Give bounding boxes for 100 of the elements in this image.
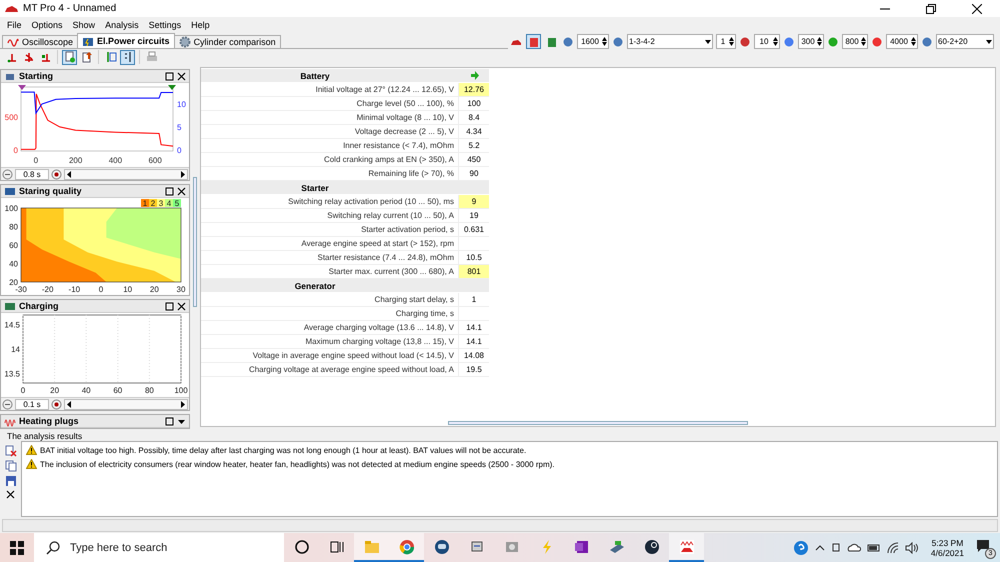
windows-icon[interactable]: [10, 540, 24, 554]
scrollbar[interactable]: [64, 398, 188, 410]
parameter-label: Voltage decrease (2 ... 5), V: [201, 125, 459, 139]
zoom-in-icon[interactable]: [51, 168, 62, 180]
window-title: MT Pro 4 - Unnamed: [23, 3, 118, 14]
parameter-label: Initial voltage at 27° (12.24 ... 12.65), V: [201, 83, 459, 97]
axis-label: 0: [98, 285, 104, 294]
spin-field[interactable]: 10: [754, 34, 780, 49]
maximize-icon[interactable]: [165, 416, 174, 426]
toolbar-button[interactable]: [62, 50, 77, 64]
legend-item: 4: [165, 199, 173, 208]
browser-icon: [398, 538, 414, 554]
spin-field[interactable]: 800: [842, 34, 868, 49]
spinner-icon[interactable]: [861, 37, 866, 46]
document-check-icon: [64, 51, 76, 63]
spin-field[interactable]: 4000: [886, 34, 918, 49]
axis-label: 100: [4, 204, 18, 213]
dropdown[interactable]: 60-2+20: [936, 34, 994, 49]
copy-icon[interactable]: [4, 460, 16, 472]
panel-title: Starting: [19, 71, 54, 81]
maximize-icon[interactable]: [165, 302, 174, 310]
close-icon[interactable]: [972, 4, 982, 14]
toolbar-button[interactable]: [120, 50, 135, 64]
speaker-icon[interactable]: [904, 542, 919, 554]
canister-icon: [528, 36, 540, 48]
marker-icon: [18, 85, 26, 90]
right-arrow-icon[interactable]: [179, 170, 187, 178]
parameter-label: Switching relay current (10 ... 50), A: [201, 209, 459, 223]
spinner-icon[interactable]: [729, 37, 734, 46]
section-header: Battery: [201, 69, 459, 83]
chat-icon: [434, 538, 450, 554]
spinner-icon[interactable]: [817, 37, 822, 46]
menu-item[interactable]: Options: [26, 20, 68, 30]
spinner-icon[interactable]: [773, 37, 778, 46]
menu-item[interactable]: File: [2, 20, 27, 30]
caret-icon[interactable]: [986, 40, 992, 44]
document-upload-icon: [80, 51, 92, 63]
wave-icon: [7, 36, 19, 48]
marker-icon: [168, 85, 176, 90]
spin-field[interactable]: 300: [798, 34, 824, 49]
spinner-icon[interactable]: [602, 37, 607, 46]
zoom-in-icon[interactable]: [51, 398, 62, 410]
zoom-out-icon[interactable]: [2, 398, 13, 410]
restore-icon[interactable]: [926, 4, 936, 14]
menu-item[interactable]: Settings: [144, 20, 186, 30]
clear-icon[interactable]: [4, 445, 16, 457]
save-icon[interactable]: [4, 475, 16, 487]
left-arrow-icon[interactable]: [65, 400, 73, 408]
right-arrow-icon[interactable]: [179, 400, 187, 408]
menu-item[interactable]: Analysis: [100, 20, 144, 30]
parameter-value: 90: [459, 167, 489, 181]
dropdown[interactable]: 1-3-4-2: [627, 34, 713, 49]
vertical-scale-icon: [104, 51, 116, 63]
chevron-up-icon[interactable]: [814, 542, 825, 552]
parameter-value: 450: [459, 153, 489, 167]
spin-field[interactable]: 1600: [577, 34, 609, 49]
panel-title: Staring quality: [19, 186, 83, 196]
parameter-label: Maximum charging voltage (13,8 ... 15), V: [201, 335, 459, 349]
tab[interactable]: Oscilloscope: [2, 35, 78, 48]
close-icon[interactable]: [177, 72, 186, 80]
time-scale-field[interactable]: 0.8 s: [15, 168, 49, 180]
maximize-icon[interactable]: [165, 186, 174, 196]
cortana-icon: [294, 538, 310, 554]
menu-item[interactable]: Show: [68, 20, 100, 30]
warning-message: The inclusion of electricity consumers (rear window heater, heater fan, headlights) was not detected at medium engine speeds (2500 - 3000 rpm).: [40, 460, 554, 468]
tab[interactable]: Cylinder comparison: [174, 35, 281, 48]
left-arrow-icon[interactable]: [65, 170, 73, 178]
scrollbar[interactable]: [64, 168, 188, 180]
maximize-icon[interactable]: [165, 72, 174, 80]
menu-item[interactable]: Help: [186, 20, 215, 30]
axis-label: 0: [14, 146, 18, 155]
axis-label: 20: [9, 278, 18, 287]
legend-item: 3: [157, 199, 165, 208]
car-icon: [4, 4, 18, 14]
parameter-value: 0.631: [459, 223, 489, 237]
parameter-value: 100: [459, 97, 489, 111]
axis-label: 5: [177, 123, 182, 132]
close-icon[interactable]: [177, 302, 186, 310]
notification-icon[interactable]: [976, 538, 990, 552]
caret-icon[interactable]: [705, 40, 711, 44]
notebook-icon: [574, 538, 590, 554]
close-icon[interactable]: [6, 490, 15, 499]
zoom-out-icon[interactable]: [2, 168, 13, 180]
spin-field[interactable]: 1: [716, 34, 736, 49]
help-icon[interactable]: [792, 540, 809, 556]
close-icon[interactable]: [177, 186, 186, 196]
wifi-icon[interactable]: [886, 542, 899, 554]
search-field[interactable]: Type here to search: [34, 533, 284, 562]
axis-label: 60: [9, 241, 18, 250]
cloud-icon[interactable]: [846, 542, 861, 552]
axis-label: 500: [4, 113, 18, 122]
warning-icon: [26, 459, 37, 469]
time-scale-field[interactable]: 0.1 s: [15, 398, 49, 410]
splitter-handle[interactable]: [448, 421, 748, 425]
parameter-value: 10.5: [459, 251, 489, 265]
splitter-handle[interactable]: [193, 177, 197, 307]
search-icon: [46, 540, 60, 554]
spinner-icon[interactable]: [911, 37, 916, 46]
tab[interactable]: El.Power circuits: [77, 33, 175, 48]
clock[interactable]: 5:23 PM 4/6/2021: [924, 538, 970, 558]
